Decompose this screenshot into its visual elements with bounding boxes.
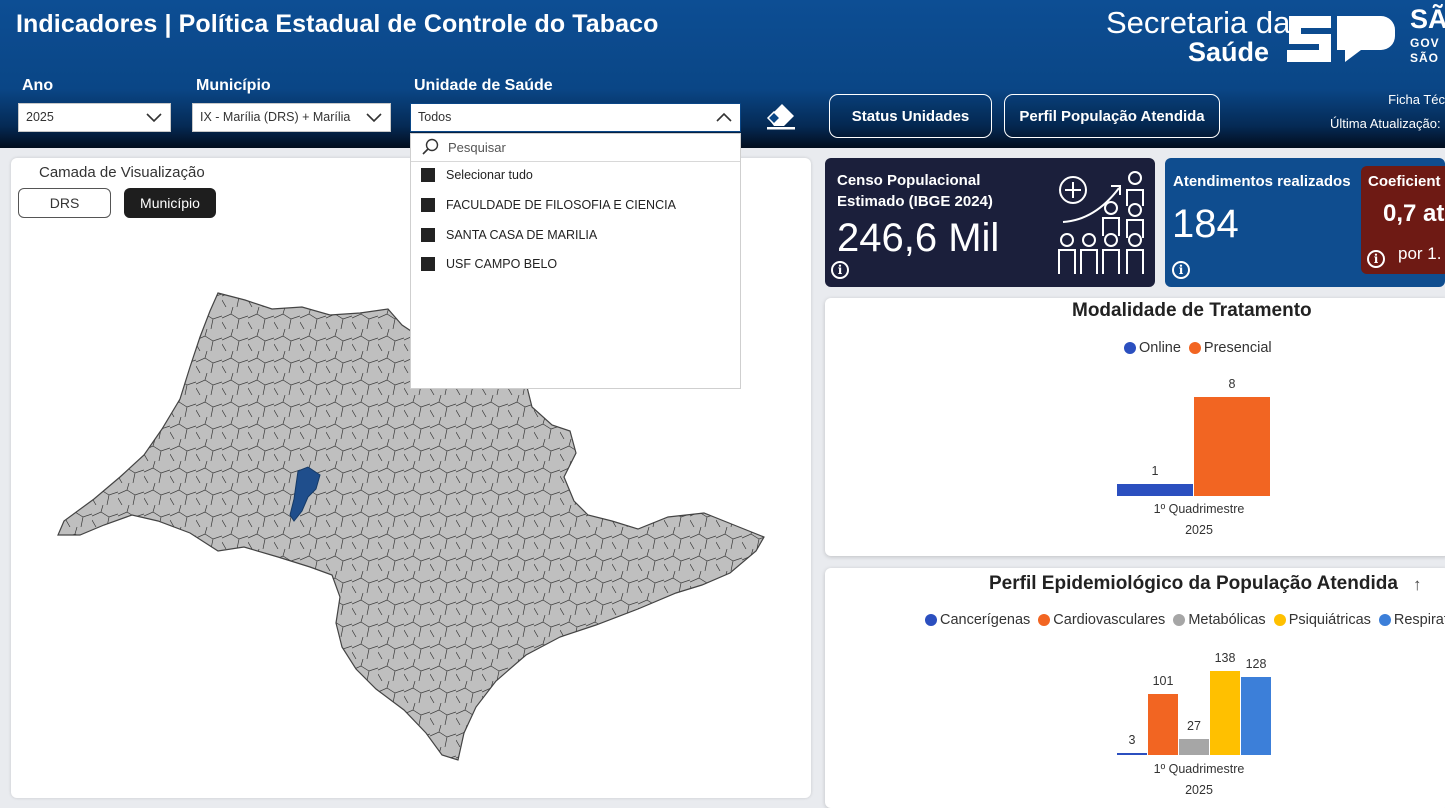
kpi-censo-value: 246,6 Mil [837,216,1000,260]
data-label-cardiovasculares: 101 [1152,673,1174,688]
modalidade-legend: Online Presencial [1124,340,1280,356]
data-label-psiquiátricas: 138 [1214,651,1236,665]
checkbox[interactable] [421,198,435,212]
perfil-card: Perfil Epidemiológico da População Atend… [825,568,1445,808]
brand-gov: GOV [1410,36,1440,50]
option-usf-campo-belo[interactable]: USF CAMPO BELO [421,254,557,274]
option-faculdade[interactable]: FACULDADE DE FILOSOFIA E CIENCIA [421,195,676,215]
legend-cancerigenas: Cancerígenas [940,612,1031,628]
legend-psiquiatricas: Psiquiátricas [1288,612,1371,628]
kpi-atendimentos: Atendimentos realizados 184 i Coeficient… [1165,158,1445,287]
kpi-coeficiente-label: Coeficient [1368,173,1441,190]
perfil-legend: Cancerígenas Cardiovasculares Metabólica… [925,612,1445,628]
kpi-coeficiente-sub: por 1. [1398,244,1442,263]
bar-presencial[interactable] [1194,397,1270,496]
search-icon [422,138,439,155]
x-tick-line2: 2025 [1185,783,1213,797]
sp-logo-icon [1287,16,1395,62]
bar-online[interactable] [1117,483,1193,496]
header-bar: Indicadores | Política Estadual de Contr… [0,0,1445,148]
legend-metabolicas: Metabólicas [1188,612,1266,628]
brand-line1: Secretaria da [1106,5,1291,40]
layer-button-drs[interactable]: DRS [18,188,111,218]
bar-respiratórias[interactable] [1241,677,1271,755]
option-santa-casa[interactable]: SANTA CASA DE MARILIA [421,225,597,245]
x-tick-line2: 2025 [1185,523,1213,537]
option-selecionar-tudo[interactable]: Selecionar tudo [421,165,533,185]
ano-value: 2025 [26,110,54,124]
municipio-value: IX - Marília (DRS) + Marília [200,110,351,124]
chevron-down-icon [146,113,162,123]
option-label: SANTA CASA DE MARILIA [446,228,598,242]
x-tick-line1: 1º Quadrimestre [1153,502,1245,516]
brand-line2: Saúde [1188,37,1270,67]
kpi-atendimentos-label: Atendimentos realizados [1173,173,1351,190]
brand-sao: SÃ [1410,4,1445,34]
municipio-label: Município [196,77,271,94]
unidade-dropdown[interactable]: Todos [410,103,741,132]
ultima-atualizacao: Última Atualização: [1330,116,1441,131]
kpi-censo-label2: Estimado (IBGE 2024) [837,193,993,210]
legend-respiratorias: Respirató [1393,612,1445,628]
bar-metabólicas[interactable] [1179,738,1209,755]
data-label-respiratórias: 128 [1245,657,1267,672]
kpi-censo: Censo Populacional Estimado (IBGE 2024) … [825,158,1155,287]
dropdown-search[interactable]: Pesquisar [411,134,740,162]
modalidade-card: Modalidade de Tratamento Online Presenci… [825,298,1445,556]
ficha-tecnica-link[interactable]: Ficha Téc [1388,92,1445,107]
checkbox[interactable] [421,257,435,271]
data-label-metabólicas: 27 [1187,718,1201,733]
option-label: Selecionar tudo [446,168,533,182]
ano-dropdown[interactable]: 2025 [18,103,171,132]
search-placeholder: Pesquisar [448,140,506,155]
kpi-coeficiente-value: 0,7 at [1383,200,1445,227]
info-icon[interactable]: i [831,261,849,279]
checkbox[interactable] [421,168,435,182]
status-unidades-button[interactable]: Status Unidades [829,94,992,138]
info-icon[interactable]: i [1172,261,1190,279]
unidade-value: Todos [418,110,452,124]
kpi-atendimentos-value: 184 [1172,202,1239,246]
bar-cardiovasculares[interactable] [1148,693,1178,755]
sort-arrow-icon[interactable]: ↑ [1413,575,1422,595]
bar-cancerígenas[interactable] [1117,753,1147,755]
municipio-dropdown[interactable]: IX - Marília (DRS) + Marília [192,103,391,132]
perfil-title: Perfil Epidemiológico da População Atend… [989,573,1398,594]
option-label: FACULDADE DE FILOSOFIA E CIENCIA [446,198,676,212]
modalidade-title: Modalidade de Tratamento [1072,300,1312,321]
unidade-label: Unidade de Saúde [414,77,553,94]
brand-sao-small: SÃO [1410,51,1440,65]
checkbox[interactable] [421,228,435,242]
perfil-populacao-button[interactable]: Perfil População Atendida [1004,94,1220,138]
data-label-online: 1 [1151,463,1159,478]
legend-presencial: Presencial [1188,340,1272,356]
option-label: USF CAMPO BELO [446,257,558,271]
layer-button-municipio[interactable]: Município [124,188,216,218]
legend-cardiovasculares: Cardiovasculares [1053,612,1166,628]
clear-filters-eraser-icon[interactable] [764,100,798,132]
kpi-censo-label1: Censo Populacional [837,172,981,189]
population-icon [1058,171,1144,274]
info-icon[interactable]: i [1367,250,1385,268]
kpi-coeficiente: Coeficient 0,7 at i por 1. [1361,166,1445,274]
chevron-up-icon [716,112,732,122]
page-title: Indicadores | Política Estadual de Contr… [16,10,659,38]
data-label-presencial: 8 [1228,377,1236,391]
camada-label: Camada de Visualização [39,164,205,181]
data-label-cancerígenas: 3 [1128,733,1136,747]
chevron-down-icon [366,113,382,123]
x-tick-line1: 1º Quadrimestre [1153,762,1245,776]
ano-label: Ano [22,77,54,94]
bar-psiquiátricas[interactable] [1210,671,1240,755]
unidade-dropdown-list: Pesquisar Selecionar tudo FACULDADE DE F… [410,133,741,389]
legend-online: Online [1124,340,1181,356]
